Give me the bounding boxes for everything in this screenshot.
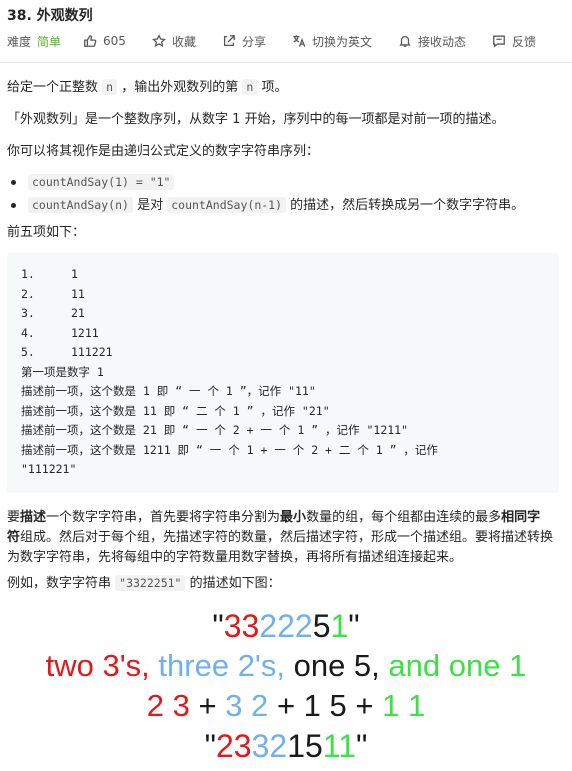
explain-line: 描述前一项，这个数是 21 即 “ 一 个 2 + 一 个 1 ” ，记作 "1… (21, 423, 409, 437)
notify-label: 接收动态 (417, 34, 466, 49)
header-divider (0, 62, 572, 63)
translate-icon (293, 35, 306, 47)
desc-paragraph-2: 「外观数列」是一个整数序列，从数字 1 开始，序列中的每一项都是对前一项的描述。 (7, 112, 505, 127)
bell-icon (399, 35, 411, 47)
collect-label: 收藏 (171, 34, 196, 49)
feedback-icon (493, 35, 505, 48)
explain-line: "111221" (21, 462, 77, 476)
share-button[interactable]: 分享 (222, 33, 266, 50)
feedback-button[interactable]: 反馈 (492, 33, 536, 50)
like-button[interactable]: 605 (83, 34, 126, 48)
explain-line: 描述前一项，这个数是 1211 即 “ 一 个 1 + 一 个 2 + 二 个 … (21, 442, 438, 457)
switch-language-button[interactable]: 切换为英文 (292, 33, 372, 50)
difficulty-badge: 简单 (37, 34, 62, 49)
figure-line-words: two 3's, three 2's, one 5, and one 1 (45, 648, 527, 683)
code-n: n (242, 79, 258, 95)
example-code-block: 1. 1 2. 11 3. 21 4. 1211 5. 111221 第一项是数字 1 描… (7, 253, 559, 493)
desc-paragraph-3: 你可以将其视作是由递归公式定义的数字字符串序列： (7, 144, 320, 159)
difficulty-label: 难度 (7, 34, 32, 49)
definition-list: countAndSay(1) = "1" countAndSay(n) 是对 c… (10, 171, 524, 217)
figure-line-pairs: 2 3 + 3 2 + 1 5 + 1 1 (146, 688, 426, 723)
notify-button[interactable]: 接收动态 (398, 33, 466, 50)
figure-line-input: "3322251" (212, 608, 360, 644)
sequence-line: 1. 1 (21, 267, 78, 281)
sequence-line: 5. 111221 (21, 345, 113, 359)
star-icon (152, 34, 166, 48)
explain-line: 描述前一项，这个数是 11 即 “ 二 个 1 ” ，记作 "21" (21, 403, 330, 418)
sequence-line: 3. 21 (21, 306, 85, 320)
sequence-line: 2. 11 (21, 286, 85, 301)
feedback-label: 反馈 (512, 34, 537, 49)
thumbs-up-icon (84, 35, 97, 47)
count-and-say-figure: "3322251" two 3's, three 2's, one 5, and… (0, 600, 572, 771)
list-item: countAndSay(1) = "1" (10, 171, 524, 194)
list-item: countAndSay(n) 是对 countAndSay(n-1) 的描述，然… (10, 194, 524, 217)
desc-paragraph-4: 前五项如下： (7, 225, 86, 240)
explain-line: 第一项是数字 1 (21, 364, 104, 379)
desc-paragraph-6: 例如，数字字符串 "3322251" 的描述如下图： (7, 575, 281, 591)
share-label: 分享 (241, 34, 266, 49)
switch-language-label: 切换为英文 (311, 34, 372, 49)
explain-line: 描述前一项，这个数是 1 即 “ 一 个 1 ”，记作 "11" (21, 384, 316, 398)
sequence-line: 4. 1211 (21, 325, 99, 340)
desc-paragraph-1: 给定一个正整数 n ，输出外观数列的第 n 项。 (7, 79, 288, 95)
figure-line-output: "23321511" (204, 728, 368, 764)
share-icon (223, 35, 235, 47)
problem-meta-bar: 难度 简单 605 收藏 分享 切换为英文 接收动态 反馈 (7, 32, 562, 50)
problem-title: 38. 外观数列 (7, 8, 93, 24)
collect-button[interactable]: 收藏 (152, 33, 196, 50)
code-n: n (102, 79, 118, 95)
desc-paragraph-5: 要描述一个数字字符串，首先要将字符串分割为最小数量的组，每个组都由连续的最多相同… (7, 510, 554, 565)
code-example-string: "3322251" (115, 575, 186, 591)
like-count: 605 (103, 34, 126, 48)
